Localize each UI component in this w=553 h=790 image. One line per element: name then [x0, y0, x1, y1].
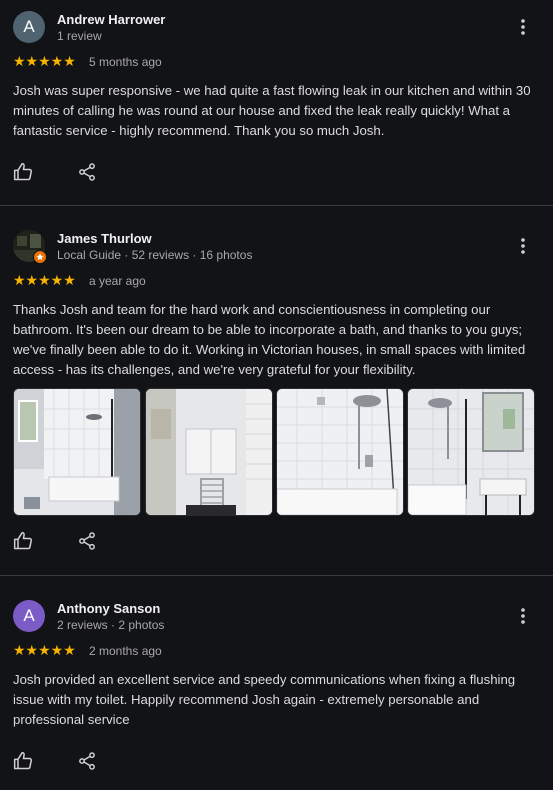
star-rating: ★★★★★	[13, 642, 76, 658]
review-photo[interactable]	[276, 388, 404, 516]
reviewer-meta: 1 review	[57, 29, 102, 43]
reviewer-meta: 2 reviews · 2 photos	[57, 618, 165, 632]
review-date: 2 months ago	[89, 644, 162, 658]
reviewer-name[interactable]: Andrew Harrower	[57, 12, 165, 27]
review-photo[interactable]	[407, 388, 535, 516]
share-icon	[79, 532, 95, 550]
thumbs-up-icon	[13, 162, 33, 181]
avatar-letter: A	[23, 606, 35, 625]
review-text: Josh was super responsive - we had quite…	[13, 83, 531, 138]
share-icon	[79, 163, 95, 181]
divider	[0, 575, 553, 576]
bathroom-photo-3	[277, 389, 403, 515]
bathroom-photo-1	[14, 389, 140, 515]
share-icon	[79, 752, 95, 770]
more-options-button[interactable]	[516, 236, 530, 256]
review-text: Josh provided an excellent service and s…	[13, 672, 516, 727]
avatar-letter: A	[23, 17, 35, 36]
share-button[interactable]	[77, 751, 99, 773]
more-vert-icon	[521, 238, 525, 254]
star-rating: ★★★★★	[13, 53, 76, 69]
like-button[interactable]	[13, 162, 35, 184]
reviewer-name[interactable]: Anthony Sanson	[57, 601, 160, 616]
reviewer-meta: Local Guide · 52 reviews · 16 photos	[57, 248, 253, 262]
review-date: 5 months ago	[89, 55, 162, 69]
more-options-button[interactable]	[516, 606, 530, 626]
avatar[interactable]: A	[13, 600, 45, 632]
review-date: a year ago	[89, 274, 146, 288]
share-button[interactable]	[77, 531, 99, 553]
reviewer-name[interactable]: James Thurlow	[57, 231, 152, 246]
more-vert-icon	[521, 608, 525, 624]
thumbs-up-icon	[13, 751, 33, 770]
local-guide-badge-icon	[33, 250, 47, 264]
bathroom-photo-4	[408, 389, 534, 515]
more-vert-icon	[521, 19, 525, 35]
review-photo[interactable]	[145, 388, 273, 516]
review-photo[interactable]	[13, 388, 141, 516]
bathroom-photo-2	[146, 389, 272, 515]
share-button[interactable]	[77, 162, 99, 184]
avatar[interactable]: A	[13, 11, 45, 43]
more-options-button[interactable]	[516, 17, 530, 37]
star-rating: ★★★★★	[13, 272, 76, 288]
thumbs-up-icon	[13, 531, 33, 550]
like-button[interactable]	[13, 751, 35, 773]
like-button[interactable]	[13, 531, 35, 553]
review-text: Thanks Josh and team for the hard work a…	[13, 302, 526, 377]
review-card: A Andrew Harrower 1 review ★★★★★ 5 month…	[0, 0, 553, 205]
